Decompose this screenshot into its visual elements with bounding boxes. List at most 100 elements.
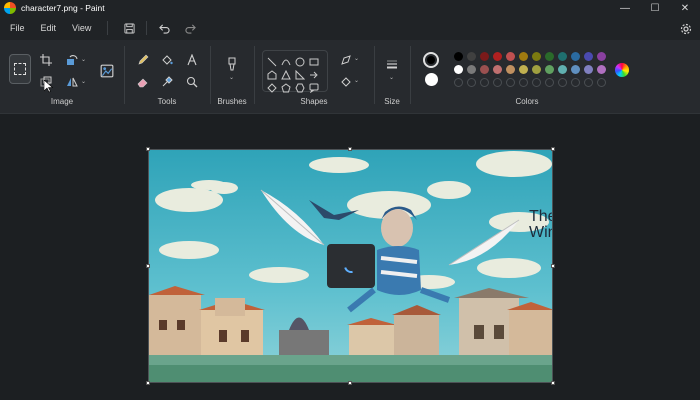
empty-color-swatch[interactable] xyxy=(558,78,567,87)
color2-swatch[interactable] xyxy=(425,73,438,86)
palette-swatch[interactable] xyxy=(493,52,502,61)
fill-bucket-icon[interactable] xyxy=(159,52,175,68)
palette-swatch[interactable] xyxy=(480,65,489,74)
resize-handle-bottom-right[interactable] xyxy=(551,381,555,385)
size-dropdown-chevron-icon[interactable]: ⌄ xyxy=(389,74,394,81)
edit-colors-icon[interactable] xyxy=(615,63,629,77)
canvas-workspace: The WindowsClub xyxy=(0,115,700,400)
resize-handle-left[interactable] xyxy=(146,264,150,268)
resize-handle-right[interactable] xyxy=(551,264,555,268)
palette-swatch[interactable] xyxy=(584,52,593,61)
ribbon-separator xyxy=(254,46,255,104)
stroke-size-icon[interactable] xyxy=(384,56,400,72)
fill-dropdown-chevron-icon[interactable]: ⌄ xyxy=(354,77,359,84)
menu-view[interactable]: View xyxy=(64,23,99,33)
empty-color-swatch[interactable] xyxy=(584,78,593,87)
brushes-dropdown-chevron-icon[interactable]: ⌄ xyxy=(229,74,234,81)
size-group-label: Size xyxy=(384,97,400,106)
empty-color-swatch[interactable] xyxy=(480,78,489,87)
palette-swatch[interactable] xyxy=(480,52,489,61)
minimize-button[interactable]: — xyxy=(610,0,640,16)
pentagon-shape-icon[interactable] xyxy=(281,80,291,93)
gear-icon[interactable] xyxy=(678,21,694,37)
title-bar: character7.png - Paint — ☐ ✕ xyxy=(0,0,700,16)
curve-shape-icon[interactable] xyxy=(281,54,291,66)
text-tool-icon[interactable] xyxy=(184,52,200,68)
magnifier-icon[interactable] xyxy=(184,74,200,90)
ribbon-separator xyxy=(210,46,211,104)
palette-swatch[interactable] xyxy=(519,52,528,61)
resize-handle-top-right[interactable] xyxy=(551,147,555,151)
palette-swatch[interactable] xyxy=(558,52,567,61)
palette-swatch[interactable] xyxy=(532,52,541,61)
image-canvas[interactable]: The WindowsClub xyxy=(148,149,553,383)
palette-swatch[interactable] xyxy=(545,52,554,61)
shape-outline-icon[interactable] xyxy=(338,52,354,68)
palette-swatch[interactable] xyxy=(454,65,463,74)
diamond-shape-icon[interactable] xyxy=(267,80,277,93)
rectangle-shape-icon[interactable] xyxy=(309,54,319,66)
empty-color-swatch[interactable] xyxy=(571,78,580,87)
save-icon[interactable] xyxy=(120,19,138,37)
arrow-shape-icon[interactable] xyxy=(309,67,319,79)
hexagon-shape-icon[interactable] xyxy=(295,80,305,93)
palette-swatch[interactable] xyxy=(584,65,593,74)
empty-color-swatch[interactable] xyxy=(467,78,476,87)
palette-swatch[interactable] xyxy=(532,65,541,74)
color1-fill xyxy=(427,56,435,64)
empty-color-swatch[interactable] xyxy=(519,78,528,87)
selection-tool-button[interactable] xyxy=(9,54,31,84)
palette-swatch[interactable] xyxy=(558,65,567,74)
image-properties-icon[interactable] xyxy=(98,62,116,80)
eraser-icon[interactable] xyxy=(135,74,151,90)
palette-swatch[interactable] xyxy=(506,52,515,61)
rotate-icon[interactable] xyxy=(64,52,80,68)
menu-file[interactable]: File xyxy=(2,23,33,33)
empty-color-swatch[interactable] xyxy=(506,78,515,87)
maximize-button[interactable]: ☐ xyxy=(640,0,670,16)
triangle-shape-icon[interactable] xyxy=(281,67,291,80)
resize-handle-bottom-left[interactable] xyxy=(146,381,150,385)
palette-swatch[interactable] xyxy=(454,52,463,61)
line-shape-icon[interactable] xyxy=(267,54,277,67)
polygon-shape-icon[interactable] xyxy=(267,67,277,80)
paint-window: character7.png - Paint — ☐ ✕ File Edit V… xyxy=(0,0,700,400)
pencil-icon[interactable] xyxy=(135,52,151,68)
close-button[interactable]: ✕ xyxy=(670,0,700,16)
outline-dropdown-chevron-icon[interactable]: ⌄ xyxy=(354,55,359,62)
empty-color-swatch[interactable] xyxy=(545,78,554,87)
palette-swatch[interactable] xyxy=(571,65,580,74)
brush-icon[interactable] xyxy=(224,54,240,74)
crop-icon[interactable] xyxy=(38,52,54,68)
mouse-cursor-icon xyxy=(44,80,53,93)
undo-icon[interactable] xyxy=(155,19,173,37)
color-picker-icon[interactable] xyxy=(159,74,175,90)
rotate-dropdown-chevron-icon[interactable]: ⌄ xyxy=(81,56,86,63)
palette-swatch[interactable] xyxy=(467,52,476,61)
oval-shape-icon[interactable] xyxy=(295,54,305,67)
palette-swatch[interactable] xyxy=(467,65,476,74)
shape-fill-icon[interactable] xyxy=(338,74,354,90)
resize-handle-top-left[interactable] xyxy=(146,147,150,151)
color1-swatch[interactable] xyxy=(423,52,439,68)
empty-color-swatch[interactable] xyxy=(493,78,502,87)
palette-swatch[interactable] xyxy=(545,65,554,74)
palette-swatch[interactable] xyxy=(493,65,502,74)
palette-swatch[interactable] xyxy=(571,52,580,61)
flip-dropdown-chevron-icon[interactable]: ⌄ xyxy=(81,78,86,85)
palette-swatch[interactable] xyxy=(597,65,606,74)
empty-color-swatch[interactable] xyxy=(597,78,606,87)
palette-swatch[interactable] xyxy=(506,65,515,74)
palette-swatch[interactable] xyxy=(597,52,606,61)
flip-icon[interactable] xyxy=(64,74,80,90)
callout-shape-icon[interactable] xyxy=(309,80,319,94)
empty-color-swatch[interactable] xyxy=(532,78,541,87)
resize-handle-top[interactable] xyxy=(348,147,352,151)
menu-edit[interactable]: Edit xyxy=(33,23,65,33)
empty-color-swatch[interactable] xyxy=(454,78,463,87)
resize-handle-bottom[interactable] xyxy=(348,381,352,385)
redo-icon[interactable] xyxy=(181,19,199,37)
watermark-line2: WindowsClub xyxy=(529,224,552,241)
palette-swatch[interactable] xyxy=(519,65,528,74)
right-triangle-shape-icon[interactable] xyxy=(295,67,306,80)
